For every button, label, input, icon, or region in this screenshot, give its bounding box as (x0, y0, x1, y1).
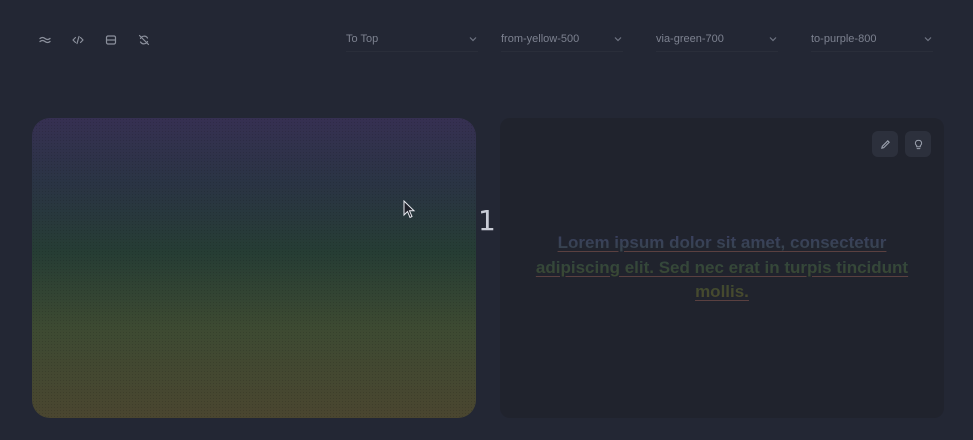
direction-select-value: To Top (346, 32, 379, 45)
to-color-select[interactable]: to-purple-800 (811, 26, 933, 52)
chevron-down-icon (468, 34, 478, 44)
chevron-down-icon (613, 34, 623, 44)
via-color-select-value: via-green-700 (656, 32, 724, 45)
direction-select[interactable]: To Top (346, 26, 478, 52)
toolbar: To Top from-yellow-500 via-green-700 to-… (0, 0, 973, 80)
storage-icon[interactable] (102, 31, 120, 49)
chevron-down-icon (923, 34, 933, 44)
from-color-select[interactable]: from-yellow-500 (501, 26, 623, 52)
refresh-off-icon[interactable] (135, 31, 153, 49)
lightbulb-icon (914, 139, 922, 149)
mouse-cursor-icon (403, 200, 416, 219)
gradient-preview (32, 118, 476, 418)
via-color-select[interactable]: via-green-700 (656, 26, 778, 52)
lorem-text: Lorem ipsum dolor sit amet, consectetur … (530, 231, 914, 305)
text-preview-panel: Lorem ipsum dolor sit amet, consectetur … (500, 118, 944, 418)
chevron-down-icon (768, 34, 778, 44)
step-number: 1 (478, 204, 496, 237)
code-icon[interactable] (69, 31, 87, 49)
edit-button[interactable] (872, 131, 898, 157)
to-color-select-value: to-purple-800 (811, 32, 877, 45)
wave-icon[interactable] (36, 31, 54, 49)
edit-icon (880, 139, 890, 149)
from-color-select-value: from-yellow-500 (501, 32, 580, 45)
lightbulb-button[interactable] (905, 131, 931, 157)
